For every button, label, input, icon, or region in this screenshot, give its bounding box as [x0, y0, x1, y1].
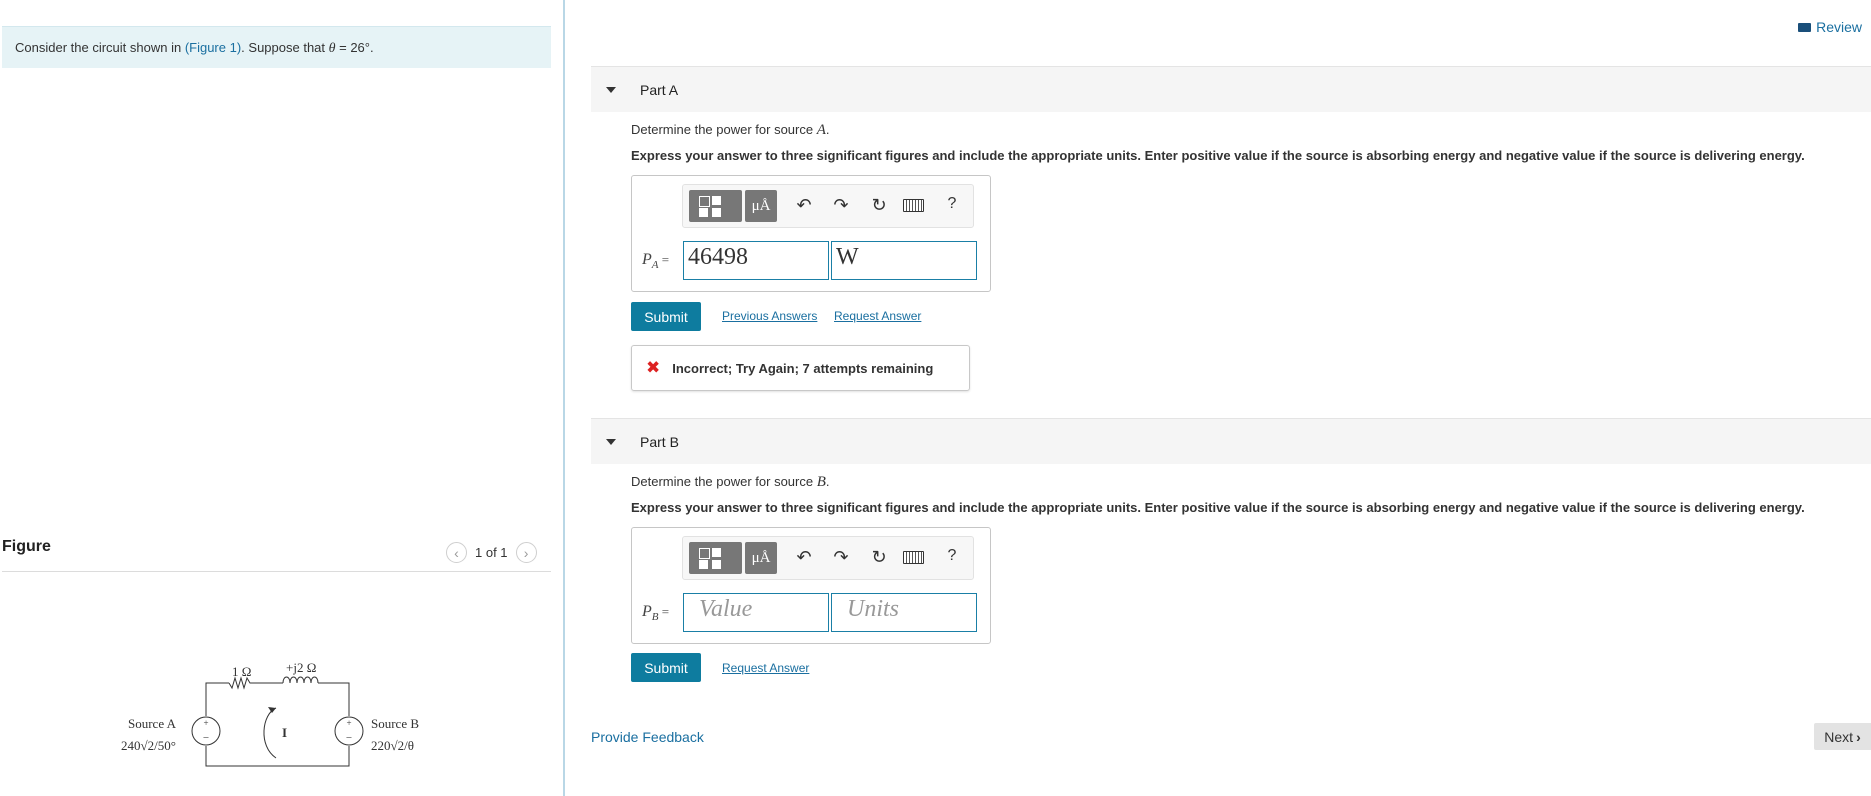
right-pane: Review Part A Determine the power for so…: [565, 0, 1871, 796]
units-symbol-icon[interactable]: μÅ: [745, 542, 777, 574]
source-a-value: 240√2/50°: [121, 738, 176, 753]
previous-answers-link[interactable]: Previous Answers: [722, 309, 817, 323]
value-input[interactable]: Value: [683, 593, 829, 632]
caret-down-icon: [606, 438, 616, 445]
chevron-right-icon: ›: [1856, 728, 1861, 745]
review-label: Review: [1816, 19, 1862, 35]
units-input[interactable]: W: [831, 241, 977, 280]
resistor-label: 1 Ω: [232, 664, 251, 679]
svg-text:+: +: [203, 718, 208, 728]
part-b-header[interactable]: Part B: [591, 418, 1871, 464]
problem-statement: Consider the circuit shown in (Figure 1)…: [2, 26, 551, 68]
part-b-question: Determine the power for source B.: [631, 474, 830, 490]
theta-value: = 26°.: [335, 40, 374, 55]
provide-feedback-link[interactable]: Provide Feedback: [591, 729, 704, 745]
left-pane: Consider the circuit shown in (Figure 1)…: [0, 0, 565, 796]
svg-text:+: +: [346, 718, 351, 728]
divider: [2, 571, 551, 572]
part-b-answer-box: μÅ ↶ ↷ ↻ ? PB = Value Units: [631, 527, 991, 644]
redo-icon[interactable]: ↷: [830, 547, 852, 568]
units-input[interactable]: Units: [831, 593, 977, 632]
template-icon[interactable]: [689, 542, 742, 574]
part-a-var-label: PA =: [642, 251, 670, 272]
caret-down-icon: [606, 86, 616, 93]
figure-title: Figure: [2, 538, 51, 555]
part-a-answer-box: μÅ ↶ ↷ ↻ ? PA = 46498 W: [631, 175, 991, 292]
inductor-symbol: [282, 676, 319, 684]
part-a-title: Part A: [640, 81, 679, 98]
theta-symbol: θ: [328, 41, 336, 56]
request-answer-link[interactable]: Request Answer: [722, 661, 809, 675]
help-icon[interactable]: ?: [941, 195, 963, 213]
svg-text:−: −: [203, 732, 209, 744]
help-icon[interactable]: ?: [941, 547, 963, 565]
undo-icon[interactable]: ↶: [793, 547, 815, 568]
part-a-question: Determine the power for source A.: [631, 122, 830, 138]
book-icon: [1798, 22, 1812, 32]
error-x-icon: ✖: [646, 358, 661, 377]
review-link[interactable]: Review: [1798, 19, 1862, 35]
problem-text-after: . Suppose that: [241, 40, 329, 55]
figure-pager: ‹ 1 of 1 ›: [446, 541, 537, 564]
source-b-value: 220√2/θ: [371, 738, 414, 753]
keyboard-icon[interactable]: [903, 199, 925, 212]
current-arrow: [263, 707, 277, 759]
resistor-symbol: [228, 676, 283, 690]
math-toolbar: μÅ ↶ ↷ ↻ ?: [682, 184, 974, 228]
circuit-diagram: + − + − 1 Ω +j2 Ω I Source A 240√2/50° S…: [121, 660, 419, 767]
template-icon[interactable]: [689, 190, 742, 222]
part-a-header[interactable]: Part A: [591, 66, 1871, 112]
redo-icon[interactable]: ↷: [830, 195, 852, 216]
source-a-name: Source A: [128, 716, 177, 731]
submit-button[interactable]: Submit: [631, 302, 701, 331]
value-input[interactable]: 46498: [683, 241, 829, 280]
part-b-instruction: Express your answer to three significant…: [631, 500, 1805, 515]
problem-text-before: Consider the circuit shown in: [15, 40, 185, 55]
next-button[interactable]: Next ›: [1814, 723, 1871, 750]
feedback-box: ✖ Incorrect; Try Again; 7 attempts remai…: [631, 345, 970, 391]
part-a-instruction: Express your answer to three significant…: [631, 148, 1805, 163]
undo-icon[interactable]: ↶: [793, 195, 815, 216]
request-answer-link[interactable]: Request Answer: [834, 309, 921, 323]
svg-text:−: −: [346, 732, 352, 744]
figure-link[interactable]: (Figure 1): [185, 40, 241, 55]
inductor-label: +j2 Ω: [286, 660, 316, 675]
units-symbol-icon[interactable]: μÅ: [745, 190, 777, 222]
part-b-title: Part B: [640, 433, 679, 450]
keyboard-icon[interactable]: [903, 551, 925, 564]
source-b-name: Source B: [371, 716, 419, 731]
reset-icon[interactable]: ↻: [868, 195, 890, 216]
chevron-right-icon[interactable]: ›: [515, 542, 537, 563]
current-label: I: [282, 725, 287, 740]
part-b-var-label: PB =: [642, 603, 670, 624]
feedback-text: Incorrect; Try Again; 7 attempts remaini…: [672, 360, 934, 376]
math-toolbar: μÅ ↶ ↷ ↻ ?: [682, 536, 974, 580]
submit-button[interactable]: Submit: [631, 653, 701, 682]
chevron-left-icon[interactable]: ‹: [446, 542, 467, 563]
pager-text: 1 of 1: [475, 545, 508, 560]
reset-icon[interactable]: ↻: [868, 547, 890, 568]
